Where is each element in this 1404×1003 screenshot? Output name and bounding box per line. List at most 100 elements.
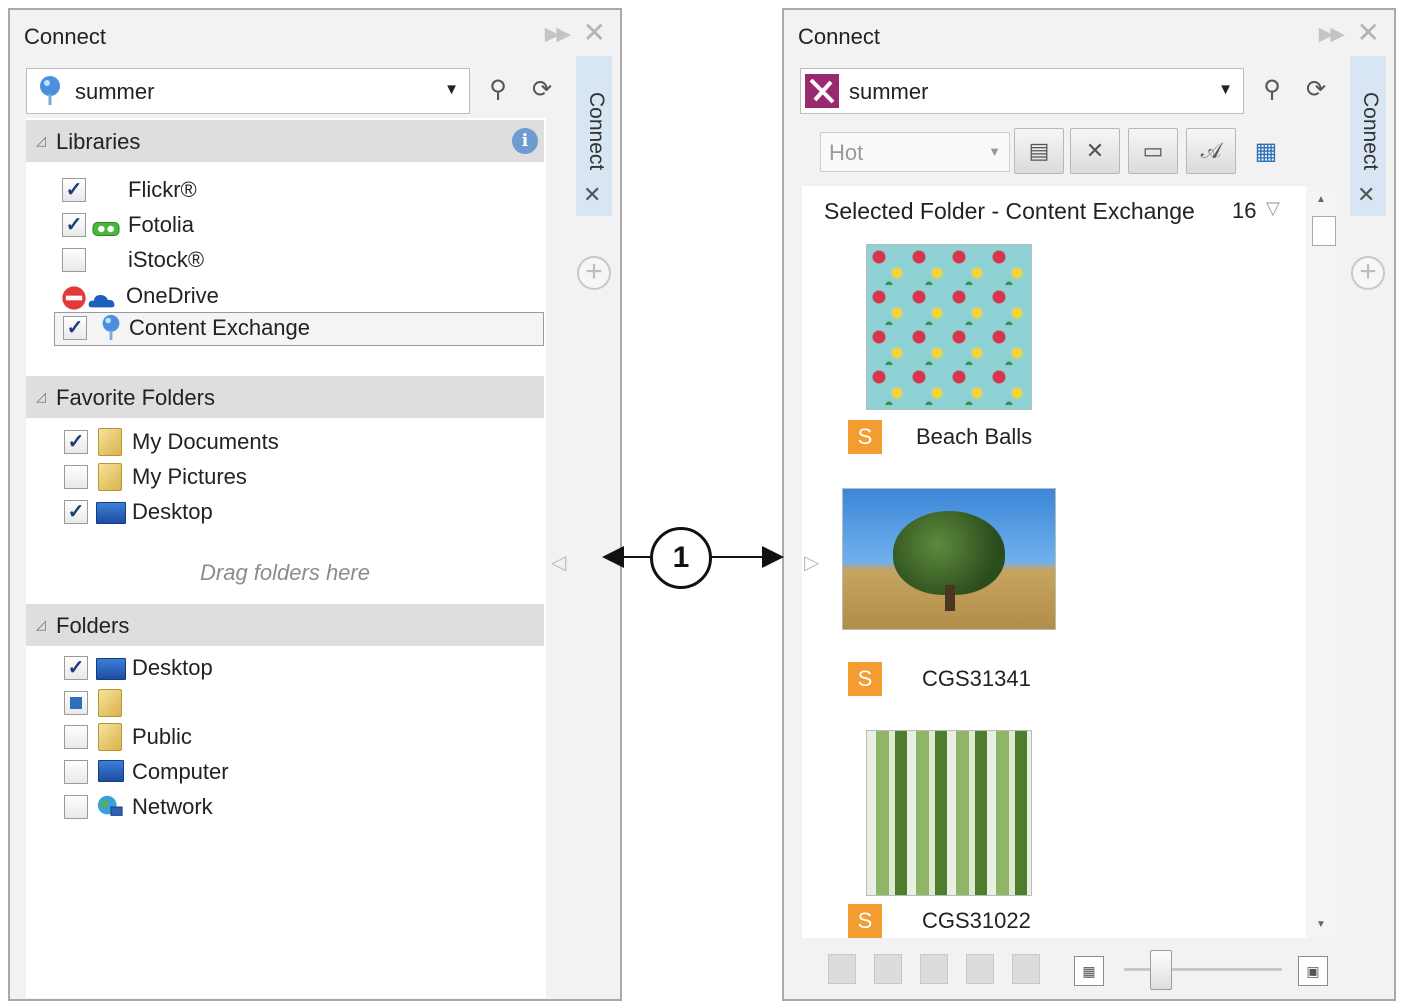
documents-folder-icon <box>98 428 122 456</box>
document-icon[interactable]: ▦ <box>1248 134 1284 170</box>
blocked-icon <box>62 286 86 310</box>
libraries-section-header[interactable]: ◿ Libraries i <box>26 120 544 162</box>
paste-icon[interactable] <box>966 954 994 984</box>
folder-item-public[interactable]: Public <box>56 721 536 755</box>
search-combobox[interactable]: summer ▼ <box>26 68 470 114</box>
folders-section-header[interactable]: ◿ Folders <box>26 604 544 646</box>
docker-header: Connect ▶▶ ✕ <box>10 10 620 58</box>
favorite-folders-section-header[interactable]: ◿ Favorite Folders <box>26 376 544 418</box>
result-thumbnail[interactable] <box>842 488 1056 630</box>
open-icon[interactable] <box>874 954 902 984</box>
results-count: 16 <box>1232 198 1257 223</box>
close-icon[interactable]: ✕ <box>583 182 601 208</box>
checkbox[interactable]: ✓ <box>64 500 88 524</box>
checkbox[interactable]: ✓ <box>64 430 88 454</box>
status-badge: S <box>848 904 882 938</box>
large-thumbnails-icon[interactable]: ▣ <box>1298 956 1328 986</box>
import-icon[interactable] <box>828 954 856 984</box>
slider-thumb[interactable] <box>1150 950 1172 990</box>
close-icon[interactable]: ✕ <box>1357 182 1375 208</box>
folder-item-user[interactable] <box>56 687 536 721</box>
library-item-istock[interactable]: iStock® <box>56 244 536 278</box>
sort-value: Hot <box>829 140 864 165</box>
content-exchange-pin-icon <box>102 314 120 341</box>
chevron-down-icon[interactable]: ▽ <box>1266 198 1280 219</box>
results-folder-header: Selected Folder - Content Exchange <box>824 198 1195 224</box>
library-item-fotolia[interactable]: ✓ Fotolia <box>56 209 536 243</box>
status-badge: S <box>848 662 882 696</box>
checkbox-partial[interactable] <box>64 691 88 715</box>
show-vectors-button[interactable]: ✕ <box>1070 128 1120 174</box>
connect-docker-left: Connect ▶▶ ✕ summer ▼ ⚲ ⟳ ◿ Libraries i … <box>8 8 622 1001</box>
folder-item-network[interactable]: Network <box>56 791 536 825</box>
result-thumbnail[interactable] <box>866 730 1032 896</box>
add-docker-icon[interactable]: + <box>577 256 611 290</box>
results-scrollbar[interactable]: ▲ ▼ <box>1306 186 1336 938</box>
search-query[interactable]: summer <box>849 79 928 105</box>
favorite-item-my-documents[interactable]: ✓ My Documents <box>56 426 536 460</box>
search-icon[interactable]: ⚲ <box>480 72 516 108</box>
checkbox[interactable] <box>64 760 88 784</box>
folders-title: Folders <box>56 613 130 638</box>
close-icon[interactable]: ✕ <box>583 19 606 47</box>
expand-docker-icon[interactable]: ▶▶ <box>545 25 571 44</box>
result-label: CGS31341 <box>922 666 1031 691</box>
scroll-thumb[interactable] <box>1312 216 1336 246</box>
collapse-triangle-icon[interactable]: ◿ <box>36 133 46 149</box>
collapse-left-icon[interactable]: ◁ <box>551 550 566 575</box>
checkbox[interactable]: ✓ <box>63 316 87 340</box>
library-item-flickr[interactable]: ✓ Flickr® <box>56 174 536 208</box>
info-icon[interactable]: i <box>512 128 538 154</box>
side-tab-label: Connect <box>1359 92 1382 171</box>
folder-label: My Documents <box>132 429 279 454</box>
tray-icon[interactable] <box>1012 954 1040 984</box>
folder-item-desktop[interactable]: ✓ Desktop <box>56 652 536 686</box>
results-toolbar: Hot ▼ ▤ ✕ ▭ 𝒜 ▦ <box>800 124 1320 180</box>
refresh-icon[interactable]: ⟳ <box>1298 72 1334 108</box>
library-item-content-exchange[interactable]: ✓ Content Exchange <box>54 312 544 346</box>
onedrive-cloud-icon <box>88 295 115 308</box>
checkbox[interactable] <box>64 725 88 749</box>
connect-side-tab[interactable]: Connect ✕ <box>1350 56 1386 216</box>
expand-right-icon[interactable]: ▷ <box>804 550 819 575</box>
chevron-down-icon[interactable]: ▼ <box>1218 81 1233 98</box>
chevron-down-icon[interactable]: ▼ <box>444 81 459 98</box>
status-badge: S <box>848 420 882 454</box>
library-label: iStock® <box>128 247 205 272</box>
refresh-icon[interactable]: ⟳ <box>524 72 560 108</box>
close-icon[interactable]: ✕ <box>1357 19 1380 47</box>
chevron-down-icon: ▼ <box>988 144 1001 159</box>
show-templates-button[interactable]: ▭ <box>1128 128 1178 174</box>
favorite-item-my-pictures[interactable]: My Pictures <box>56 461 536 495</box>
checkbox[interactable] <box>64 795 88 819</box>
show-fonts-button[interactable]: 𝒜 <box>1186 128 1236 174</box>
collapse-triangle-icon[interactable]: ◿ <box>36 617 46 633</box>
checkbox[interactable] <box>64 465 88 489</box>
checkbox[interactable]: ✓ <box>62 213 86 237</box>
checkbox[interactable]: ✓ <box>62 178 86 202</box>
favorite-item-desktop[interactable]: ✓ Desktop <box>56 496 536 530</box>
expand-docker-icon[interactable]: ▶▶ <box>1319 25 1345 44</box>
add-docker-icon[interactable]: + <box>1351 256 1385 290</box>
result-thumbnail[interactable] <box>866 244 1032 410</box>
thumbnail-size-slider[interactable] <box>1124 968 1282 971</box>
checkbox[interactable] <box>62 248 86 272</box>
user-folder-icon <box>98 689 122 717</box>
result-label: Beach Balls <box>916 424 1033 449</box>
copy-icon[interactable] <box>920 954 948 984</box>
search-combobox[interactable]: summer ▼ <box>800 68 1244 114</box>
library-item-onedrive[interactable]: OneDrive <box>56 280 536 314</box>
scroll-down-icon[interactable]: ▼ <box>1316 919 1326 930</box>
folder-item-computer[interactable]: Computer <box>56 756 536 790</box>
collapse-triangle-icon[interactable]: ◿ <box>36 389 46 405</box>
favorite-folders-title: Favorite Folders <box>56 385 215 410</box>
small-thumbnails-icon[interactable]: ▦ <box>1074 956 1104 986</box>
result-label: CGS31022 <box>922 908 1031 933</box>
show-images-button[interactable]: ▤ <box>1014 128 1064 174</box>
sort-dropdown[interactable]: Hot ▼ <box>820 132 1010 172</box>
scroll-up-icon[interactable]: ▲ <box>1316 194 1326 205</box>
connect-side-tab[interactable]: Connect ✕ <box>576 56 612 216</box>
checkbox[interactable]: ✓ <box>64 656 88 680</box>
search-query[interactable]: summer <box>75 79 154 105</box>
search-icon[interactable]: ⚲ <box>1254 72 1290 108</box>
